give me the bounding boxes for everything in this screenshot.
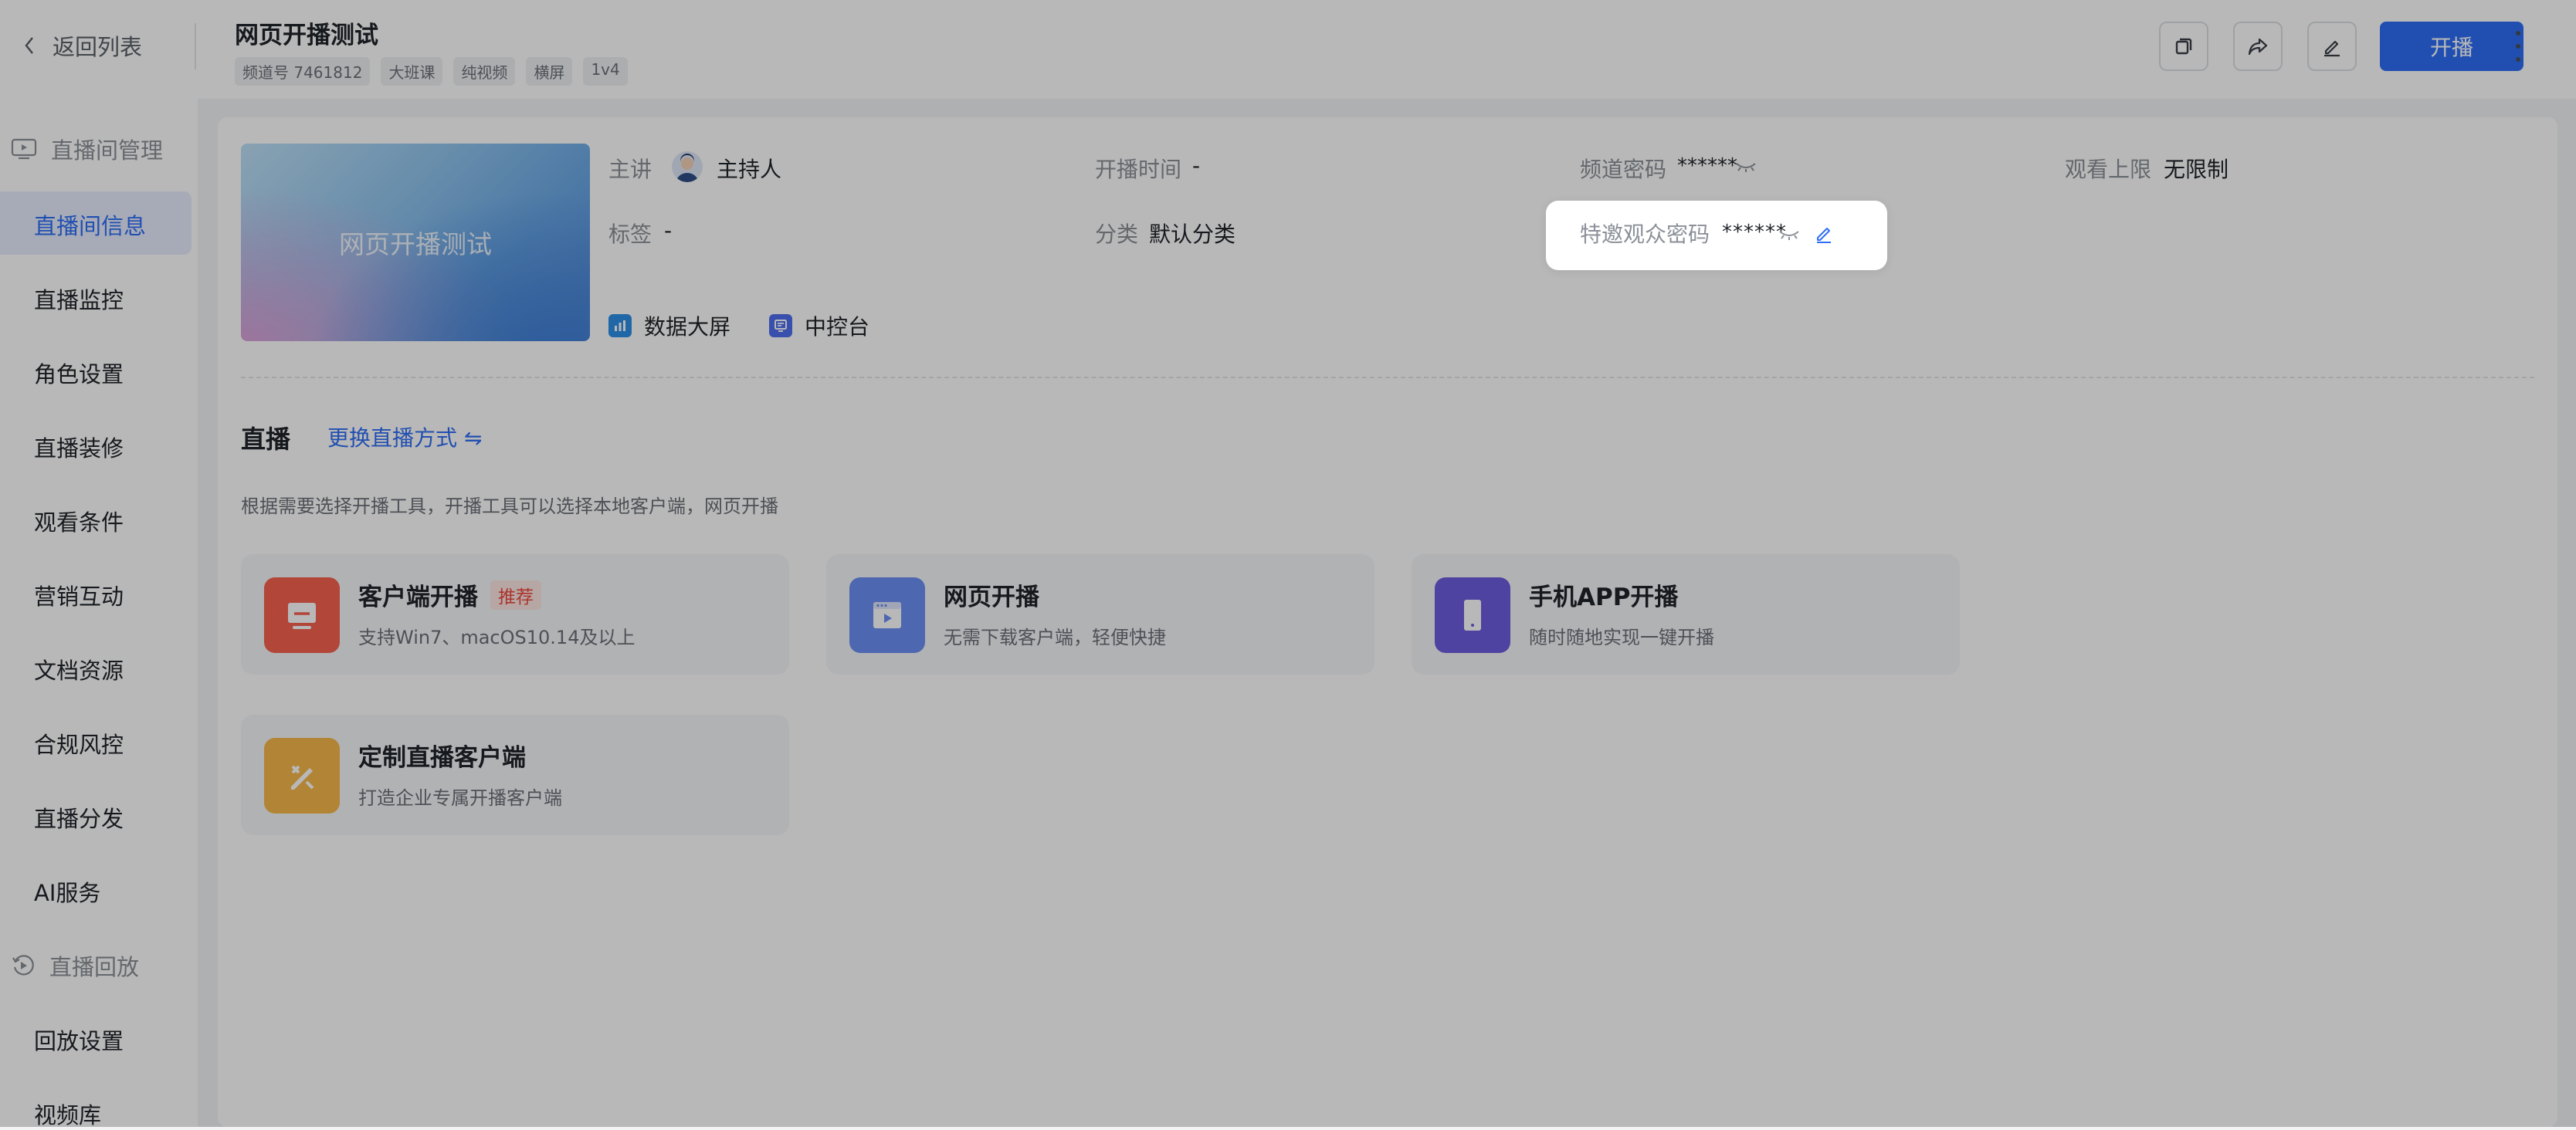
eye-closed-icon[interactable] bbox=[1734, 159, 1757, 174]
channel-password-label: 频道密码 bbox=[1580, 157, 1667, 182]
back-label: 返回列表 bbox=[53, 34, 143, 60]
cover-title: 网页开播测试 bbox=[339, 229, 492, 259]
tool-desc: 无需下载客户端，轻便快捷 bbox=[944, 627, 1166, 648]
guest-password-label: 特邀观众密码 bbox=[1580, 222, 1710, 247]
back-to-list-button[interactable]: 返回列表 bbox=[23, 29, 142, 62]
host-value: 主持人 bbox=[717, 157, 782, 182]
guest-password-spotlight: 特邀观众密码 ****** bbox=[1546, 201, 1887, 270]
section-divider bbox=[241, 377, 2534, 378]
tool-desc: 支持Win7、macOS10.14及以上 bbox=[358, 627, 636, 648]
tool-name-row: 客户端开播 推荐 bbox=[358, 577, 541, 612]
sidebar-item-roles[interactable]: 角色设置 bbox=[34, 357, 124, 389]
viewer-limit-label: 观看上限 bbox=[2065, 157, 2152, 182]
viewer-limit-value: 无限制 bbox=[2164, 157, 2229, 182]
cover-image[interactable]: 网页开播测试 bbox=[241, 144, 590, 341]
live-room-icon bbox=[11, 138, 37, 160]
recommend-badge: 推荐 bbox=[490, 580, 541, 610]
tool-card-custom-client[interactable]: 定制直播客户端 打造企业专属开播客户端 bbox=[241, 715, 789, 835]
live-section-title: 直播 bbox=[241, 425, 291, 454]
tag-seats: 1v4 bbox=[583, 57, 628, 86]
more-icon[interactable] bbox=[2513, 31, 2523, 62]
desktop-client-icon bbox=[264, 577, 340, 653]
tool-card-client[interactable]: 客户端开播 推荐 支持Win7、macOS10.14及以上 bbox=[241, 554, 789, 675]
tool-card-mobile[interactable]: 手机APP开播 随时随地实现一键开播 bbox=[1412, 554, 1960, 675]
tag-label: 标签 bbox=[608, 222, 652, 247]
sidebar-item-watch-conditions[interactable]: 观看条件 bbox=[34, 505, 124, 537]
tool-desc: 随时随地实现一键开播 bbox=[1529, 627, 1714, 648]
sidebar-item-room-info[interactable]: 直播间信息 bbox=[34, 208, 146, 241]
custom-client-icon bbox=[264, 738, 340, 814]
playback-icon bbox=[12, 955, 34, 976]
host-avatar-icon bbox=[676, 154, 698, 182]
tool-name-row: 定制直播客户端 bbox=[358, 738, 526, 773]
edit-icon[interactable] bbox=[1813, 222, 1835, 244]
tool-name: 手机APP开播 bbox=[1529, 584, 1679, 611]
page-title: 网页开播测试 bbox=[235, 22, 378, 49]
category-value: 默认分类 bbox=[1149, 222, 1236, 247]
switch-live-mode-link[interactable]: 更换直播方式 ⇋ bbox=[327, 421, 482, 452]
copy-icon bbox=[2175, 38, 2192, 55]
sidebar-item-marketing[interactable]: 营销互动 bbox=[34, 579, 124, 611]
sidebar-item-distribution[interactable]: 直播分发 bbox=[34, 801, 124, 834]
sidebar-item-documents[interactable]: 文档资源 bbox=[34, 653, 124, 685]
bar-chart-icon bbox=[608, 314, 632, 337]
sidebar-group-label: 直播回放 bbox=[49, 954, 140, 980]
start-time-value: - bbox=[1192, 153, 1201, 178]
mobile-phone-icon bbox=[1435, 577, 1510, 653]
start-live-button[interactable]: 开播 bbox=[2380, 22, 2523, 71]
sidebar-item-monitor[interactable]: 直播监控 bbox=[34, 282, 124, 315]
data-screen-link[interactable]: 数据大屏 bbox=[608, 310, 730, 341]
tool-desc: 打造企业专属开播客户端 bbox=[358, 787, 562, 809]
sidebar-item-decoration[interactable]: 直播装修 bbox=[34, 431, 124, 463]
copy-button[interactable] bbox=[2159, 22, 2208, 71]
top-bar: 返回列表 网页开播测试 频道号 7461812 大班课 纯视频 横屏 1v4 开… bbox=[0, 0, 2576, 99]
share-button[interactable] bbox=[2233, 22, 2283, 71]
tool-name-row: 手机APP开播 bbox=[1529, 577, 1678, 612]
share-icon bbox=[2248, 38, 2268, 56]
sidebar-item-compliance[interactable]: 合规风控 bbox=[34, 727, 124, 760]
tool-name: 客户端开播 bbox=[358, 584, 478, 611]
tool-name: 网页开播 bbox=[944, 584, 1039, 611]
control-console-label: 中控台 bbox=[805, 314, 870, 340]
data-screen-label: 数据大屏 bbox=[644, 314, 731, 340]
tool-name-row: 网页开播 bbox=[944, 577, 1039, 612]
tool-name: 定制直播客户端 bbox=[358, 744, 526, 772]
channel-password-value: ****** bbox=[1677, 154, 1737, 178]
host-label: 主讲 bbox=[608, 157, 652, 182]
control-console-link[interactable]: 中控台 bbox=[769, 310, 869, 341]
sidebar-item-ai-service[interactable]: AI服务 bbox=[34, 875, 100, 908]
sidebar-item-playback-settings[interactable]: 回放设置 bbox=[34, 1023, 124, 1056]
tag-value: - bbox=[664, 218, 673, 243]
eye-closed-icon[interactable] bbox=[1778, 227, 1801, 242]
edit-button[interactable] bbox=[2307, 22, 2357, 71]
web-live-icon bbox=[849, 577, 925, 653]
tool-card-web[interactable]: 网页开播 无需下载客户端，轻便快捷 bbox=[826, 554, 1374, 675]
channel-tags: 频道号 7461812 大班课 纯视频 横屏 1v4 bbox=[235, 57, 628, 86]
sidebar-item-video-library[interactable]: 视频库 bbox=[34, 1098, 101, 1130]
console-icon bbox=[769, 314, 792, 337]
chevron-left-icon bbox=[25, 37, 33, 54]
tag-class-type: 大班课 bbox=[381, 57, 443, 86]
tag-orientation: 横屏 bbox=[526, 57, 573, 86]
sidebar-group-label: 直播间管理 bbox=[51, 137, 164, 164]
edit-icon bbox=[2324, 40, 2340, 57]
sidebar-group-room-management: 直播间管理 bbox=[11, 133, 163, 165]
tag-video-mode: 纯视频 bbox=[453, 57, 516, 86]
live-hint-text: 根据需要选择开播工具，开播工具可以选择本地客户端，网页开播 bbox=[241, 496, 778, 517]
tag-channel-id: 频道号 7461812 bbox=[235, 57, 371, 86]
avatar bbox=[672, 151, 703, 182]
category-label: 分类 bbox=[1095, 222, 1139, 247]
start-time-label: 开播时间 bbox=[1095, 157, 1182, 182]
sidebar-group-playback: 直播回放 bbox=[11, 949, 139, 982]
header-divider bbox=[195, 23, 196, 69]
